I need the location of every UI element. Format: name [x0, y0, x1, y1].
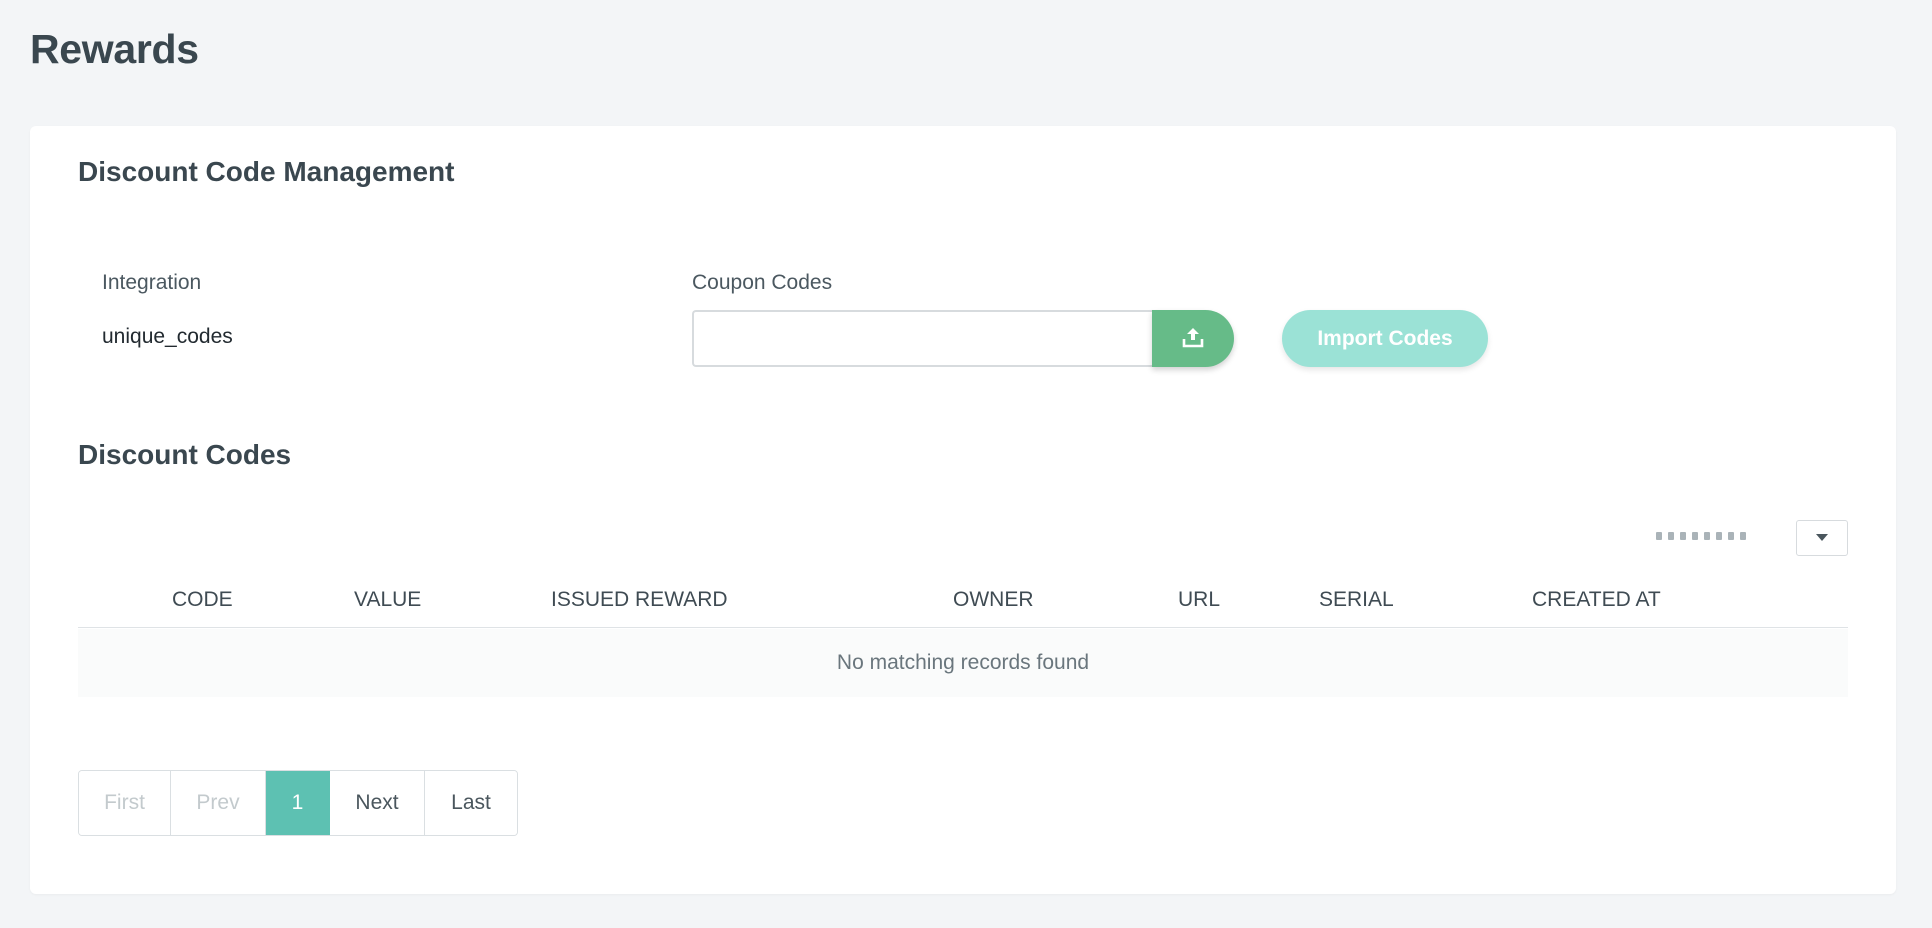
columns-dropdown-button[interactable]: [1796, 520, 1848, 556]
pagination-first[interactable]: First: [79, 771, 171, 835]
table-header: CODE VALUE ISSUED REWARD OWNER URL SERIA…: [78, 578, 1848, 628]
coupon-codes-input[interactable]: [692, 310, 1154, 367]
empty-table-message: No matching records found: [78, 629, 1848, 697]
discount-codes-title: Discount Codes: [78, 439, 292, 470]
coupon-codes-label: Coupon Codes: [692, 271, 833, 294]
column-header-code[interactable]: CODE: [172, 588, 233, 612]
import-codes-button[interactable]: Import Codes: [1282, 310, 1488, 367]
caret-down-icon: [1816, 529, 1828, 547]
column-header-value[interactable]: VALUE: [354, 588, 421, 612]
page-title: Rewards: [30, 26, 199, 72]
pagination-prev[interactable]: Prev: [171, 771, 266, 835]
discount-code-management-title: Discount Code Management: [78, 156, 455, 187]
pagination-page-1[interactable]: 1: [266, 771, 330, 835]
column-header-created-at[interactable]: CREATED AT: [1532, 588, 1661, 612]
pagination-next[interactable]: Next: [330, 771, 425, 835]
upload-icon: [1181, 326, 1205, 351]
loading-dots-icon: [1656, 528, 1756, 544]
pagination: First Prev 1 Next Last: [78, 770, 518, 836]
column-header-owner[interactable]: OWNER: [953, 588, 1034, 612]
integration-value: unique_codes: [102, 325, 233, 348]
upload-button[interactable]: [1152, 310, 1234, 367]
integration-label: Integration: [102, 271, 202, 294]
column-header-issued-reward[interactable]: ISSUED REWARD: [551, 588, 728, 612]
column-header-serial[interactable]: SERIAL: [1319, 588, 1394, 612]
column-header-url[interactable]: URL: [1178, 588, 1220, 612]
pagination-last[interactable]: Last: [425, 771, 517, 835]
rewards-card: Discount Code Management Integration uni…: [30, 126, 1896, 894]
